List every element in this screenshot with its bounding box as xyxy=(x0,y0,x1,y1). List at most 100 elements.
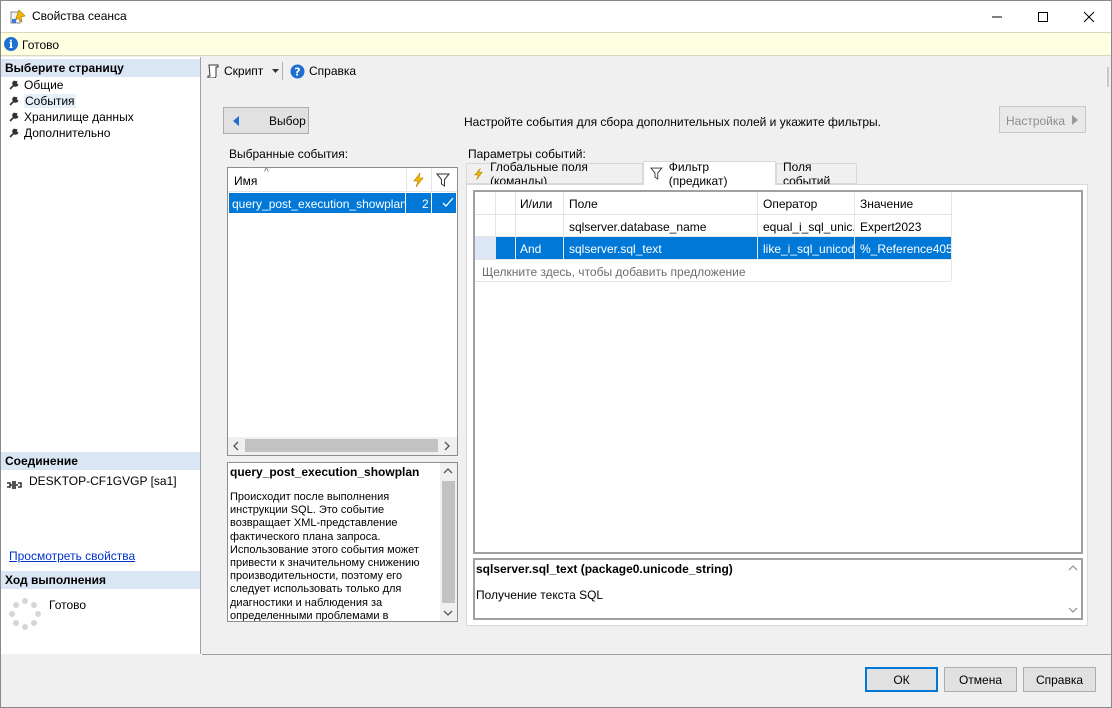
progress-spinner-icon xyxy=(9,598,41,630)
andor-cell[interactable]: And xyxy=(515,237,563,259)
scroll-left-icon[interactable] xyxy=(232,441,240,451)
grid-line xyxy=(854,192,855,259)
tab-filter[interactable]: Фильтр (предикат) xyxy=(643,159,776,188)
grid-line xyxy=(475,259,951,260)
arrow-right-icon xyxy=(1072,115,1078,125)
cancel-button[interactable]: Отмена xyxy=(944,667,1017,692)
arrow-left-icon xyxy=(233,116,239,126)
status-text: Готово xyxy=(22,38,60,52)
script-label: Скрипт xyxy=(224,64,264,78)
filter-icon[interactable] xyxy=(436,173,450,187)
script-icon xyxy=(207,64,219,78)
left-panel: Выберите страницу Общие События Хранилищ… xyxy=(0,57,201,654)
scroll-edge xyxy=(1107,67,1109,87)
column-header-name[interactable]: Имя xyxy=(234,174,257,188)
row-selector[interactable] xyxy=(495,215,515,237)
grid-line xyxy=(515,192,516,259)
title-bar[interactable]: Свойства сеанса xyxy=(0,0,1112,32)
grid-row-header xyxy=(495,192,515,214)
grid-line xyxy=(757,192,758,259)
operator-cell[interactable]: equal_i_sql_unic... xyxy=(758,215,854,237)
scroll-up-icon[interactable] xyxy=(443,467,453,475)
field-cell[interactable]: sqlserver.database_name xyxy=(564,215,757,237)
page-item-label: Дополнительно xyxy=(24,126,111,140)
progress-status: Готово xyxy=(49,598,87,612)
check-icon xyxy=(442,197,454,207)
select-button[interactable]: Выбор xyxy=(223,107,309,134)
status-strip: i Готово xyxy=(0,32,1112,56)
script-button[interactable]: Скрипт xyxy=(206,62,280,80)
selected-events-label: Выбранные события: xyxy=(229,147,349,161)
session-properties-icon xyxy=(10,9,26,24)
scroll-down-icon[interactable] xyxy=(443,609,453,617)
instruction-text: Настройте события для сбора дополнительн… xyxy=(464,115,882,129)
event-description-body: Происходит после выполнения инструкции S… xyxy=(230,491,420,622)
value-cell[interactable]: %_Reference405% xyxy=(855,237,951,259)
operator-cell[interactable]: like_i_sql_unicod... xyxy=(758,237,854,259)
column-header-field[interactable]: Поле xyxy=(564,192,757,214)
vertical-scrollbar[interactable] xyxy=(440,463,457,621)
toolbar-separator xyxy=(282,62,283,80)
vertical-scrollbar[interactable] xyxy=(1065,560,1081,618)
close-button[interactable] xyxy=(1066,1,1112,32)
page-item-label: События xyxy=(24,94,76,108)
tab-label: Фильтр (предикат) xyxy=(668,159,728,188)
tab-global-fields[interactable]: Глобальные поля (команды) xyxy=(466,160,643,188)
page-item-data-storage[interactable]: Хранилище данных xyxy=(8,109,134,125)
actions-bolt-icon[interactable] xyxy=(411,172,425,188)
wrench-icon xyxy=(9,128,19,138)
column-header-andor[interactable]: И/или xyxy=(515,192,563,214)
scrollbar-thumb[interactable] xyxy=(245,439,438,452)
page-item-advanced[interactable]: Дополнительно xyxy=(8,125,110,141)
table-row[interactable]: query_post_execution_showplan 2 xyxy=(229,193,456,213)
svg-text:?: ? xyxy=(294,65,300,78)
filter-grid[interactable]: И/или Поле Оператор Значение sqlserver.d… xyxy=(473,190,1083,554)
setup-button[interactable]: Настройка xyxy=(999,106,1086,133)
row-selector[interactable] xyxy=(495,237,515,259)
field-info-body: Получение текста SQL xyxy=(476,588,604,602)
event-description-title: query_post_execution_showplan xyxy=(230,465,420,479)
value-cell[interactable]: Expert2023 xyxy=(855,215,951,237)
grid-line xyxy=(475,214,951,215)
tab-event-fields[interactable]: Поля событий xyxy=(776,160,857,188)
column-header-operator[interactable]: Оператор xyxy=(758,192,854,214)
horizontal-scrollbar[interactable] xyxy=(228,437,457,455)
select-page-header: Выберите страницу xyxy=(1,59,200,77)
help-button[interactable]: ? Справка xyxy=(290,62,356,80)
event-action-count: 2 xyxy=(422,197,429,211)
field-cell[interactable]: sqlserver.sql_text xyxy=(564,237,757,259)
connection-icon xyxy=(7,481,22,489)
add-clause-hint[interactable]: Щелкните здесь, чтобы добавить предложен… xyxy=(482,265,746,279)
andor-cell[interactable] xyxy=(515,215,563,237)
row-indicator xyxy=(475,237,495,259)
view-properties-link[interactable]: Просмотреть свойства xyxy=(9,549,135,563)
ok-button[interactable]: ОК xyxy=(865,667,938,692)
scroll-down-icon[interactable] xyxy=(1068,606,1078,614)
filter-icon xyxy=(650,167,663,180)
selected-events-list[interactable]: Имя ^ query_post_execution_showplan 2 xyxy=(227,167,458,456)
bolt-icon xyxy=(474,167,483,180)
page-item-label: Хранилище данных xyxy=(24,110,134,124)
cell-separator xyxy=(431,193,432,213)
maximize-button[interactable] xyxy=(1020,1,1066,32)
info-icon: i xyxy=(4,37,18,51)
scroll-right-icon[interactable] xyxy=(443,441,451,451)
page-item-general[interactable]: Общие xyxy=(8,77,63,93)
wrench-icon xyxy=(9,112,19,122)
minimize-button[interactable] xyxy=(974,1,1020,32)
grid-line xyxy=(951,192,952,281)
connection-header: Соединение xyxy=(1,452,200,470)
column-separator xyxy=(406,168,407,192)
column-header-value[interactable]: Значение xyxy=(855,192,951,214)
scrollbar-thumb[interactable] xyxy=(442,481,455,603)
page-item-events[interactable]: События xyxy=(8,93,76,109)
grid-line xyxy=(475,281,951,282)
page-item-label: Общие xyxy=(24,78,64,92)
select-button-label: Выбор xyxy=(269,114,306,128)
dropdown-arrow-icon[interactable] xyxy=(271,68,280,74)
scroll-up-icon[interactable] xyxy=(1068,564,1078,572)
footer-separator xyxy=(202,654,1112,655)
events-list-header: Имя ^ xyxy=(228,167,457,192)
help-footer-button[interactable]: Справка xyxy=(1023,667,1096,692)
cell-separator xyxy=(405,193,406,213)
